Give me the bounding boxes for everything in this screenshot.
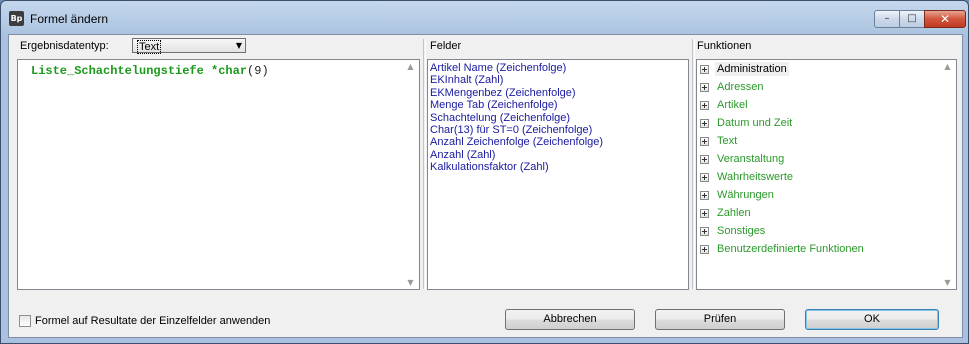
function-category-label: Text: [717, 135, 738, 147]
minimize-button[interactable]: –: [874, 10, 900, 28]
functions-tree: Administration Adressen Artikel Datum und Z…: [696, 59, 957, 290]
title-bar[interactable]: Bp Formel ändern – □ ✕: [1, 1, 968, 35]
formula-editor[interactable]: Liste_Schachtelungstiefe *char(9) ▲ ▼: [17, 59, 420, 290]
scroll-down-icon[interactable]: ▼: [939, 278, 956, 287]
formula-token: char: [218, 64, 248, 78]
maximize-icon: □: [907, 13, 917, 24]
result-type-label: Ergebnisdatentyp:: [20, 40, 109, 52]
formula-token: (9): [247, 64, 269, 78]
functions-header: Funktionen: [697, 40, 752, 52]
close-button[interactable]: ✕: [924, 10, 966, 28]
function-category-label: Artikel: [717, 99, 748, 111]
minimize-icon: –: [884, 13, 890, 24]
result-type-select[interactable]: Text ▼: [132, 38, 246, 54]
cancel-button[interactable]: Abbrechen: [505, 309, 635, 330]
functions-scrollbar[interactable]: ▲ ▼: [939, 60, 956, 289]
apply-formula-label: Formel auf Resultate der Einzelfelder an…: [35, 315, 271, 327]
function-category-label: Adressen: [717, 81, 764, 93]
function-category-label: Zahlen: [717, 207, 751, 219]
scroll-down-icon[interactable]: ▼: [402, 278, 419, 287]
function-category-label: Veranstaltung: [717, 153, 785, 165]
ok-button[interactable]: OK: [805, 309, 939, 330]
close-icon: ✕: [939, 12, 951, 26]
function-category-label: Benutzerdefinierte Funktionen: [717, 243, 864, 255]
expand-plus-icon[interactable]: [700, 173, 709, 182]
field-item[interactable]: Anzahl Zeichenfolge (Zeichenfolge): [430, 136, 603, 148]
expand-plus-icon[interactable]: [700, 227, 709, 236]
apply-formula-checkbox[interactable]: [19, 315, 31, 327]
window-title: Formel ändern: [30, 12, 109, 26]
function-category-label: Administration: [715, 62, 789, 76]
function-category-label: Wahrheitswerte: [717, 171, 794, 183]
dialog-body: Ergebnisdatentyp: Text ▼ Felder Funktion…: [8, 34, 963, 338]
expand-plus-icon[interactable]: [700, 137, 709, 146]
editor-scrollbar[interactable]: ▲ ▼: [402, 60, 419, 289]
scroll-up-icon[interactable]: ▲: [939, 62, 956, 71]
field-item[interactable]: Kalkulationsfaktor (Zahl): [430, 161, 549, 173]
formula-token: Liste_Schachtelungstiefe: [31, 64, 204, 78]
expand-plus-icon[interactable]: [700, 191, 709, 200]
field-item[interactable]: Menge Tab (Zeichenfolge): [430, 99, 558, 111]
field-item[interactable]: Anzahl (Zahl): [430, 149, 495, 161]
formula-token: *: [203, 64, 219, 78]
expand-plus-icon[interactable]: [700, 245, 709, 254]
field-item[interactable]: Char(13) für ST=0 (Zeichenfolge): [430, 124, 592, 136]
app-icon: Bp: [9, 11, 24, 26]
expand-plus-icon[interactable]: [700, 101, 709, 110]
divider-right: [692, 39, 695, 289]
maximize-button[interactable]: □: [899, 10, 925, 28]
field-item[interactable]: EKMengenbez (Zeichenfolge): [430, 87, 576, 99]
function-category-label: Sonstiges: [717, 225, 766, 237]
fields-header: Felder: [430, 40, 462, 52]
expand-plus-icon[interactable]: [700, 155, 709, 164]
expand-plus-icon[interactable]: [700, 65, 709, 74]
expand-plus-icon[interactable]: [700, 209, 709, 218]
field-item[interactable]: Artikel Name (Zeichenfolge): [430, 62, 566, 74]
divider-left: [423, 39, 426, 289]
result-type-value: Text: [137, 40, 162, 54]
function-category-label: Währungen: [717, 189, 774, 201]
expand-plus-icon[interactable]: [700, 119, 709, 128]
scroll-up-icon[interactable]: ▲: [402, 62, 419, 71]
check-button[interactable]: Prüfen: [655, 309, 785, 330]
function-category-label: Datum und Zeit: [717, 117, 793, 129]
dialog-window: Bp Formel ändern – □ ✕ Ergebnisdatentyp:…: [0, 0, 969, 344]
expand-plus-icon[interactable]: [700, 83, 709, 92]
chevron-down-icon: ▼: [235, 41, 242, 50]
field-item[interactable]: EKInhalt (Zahl): [430, 74, 503, 86]
formula-text[interactable]: Liste_Schachtelungstiefe *char(9): [31, 64, 269, 78]
field-item[interactable]: Schachtelung (Zeichenfolge): [430, 112, 570, 124]
fields-list: Artikel Name (Zeichenfolge) EKInhalt (Zah…: [427, 59, 689, 290]
